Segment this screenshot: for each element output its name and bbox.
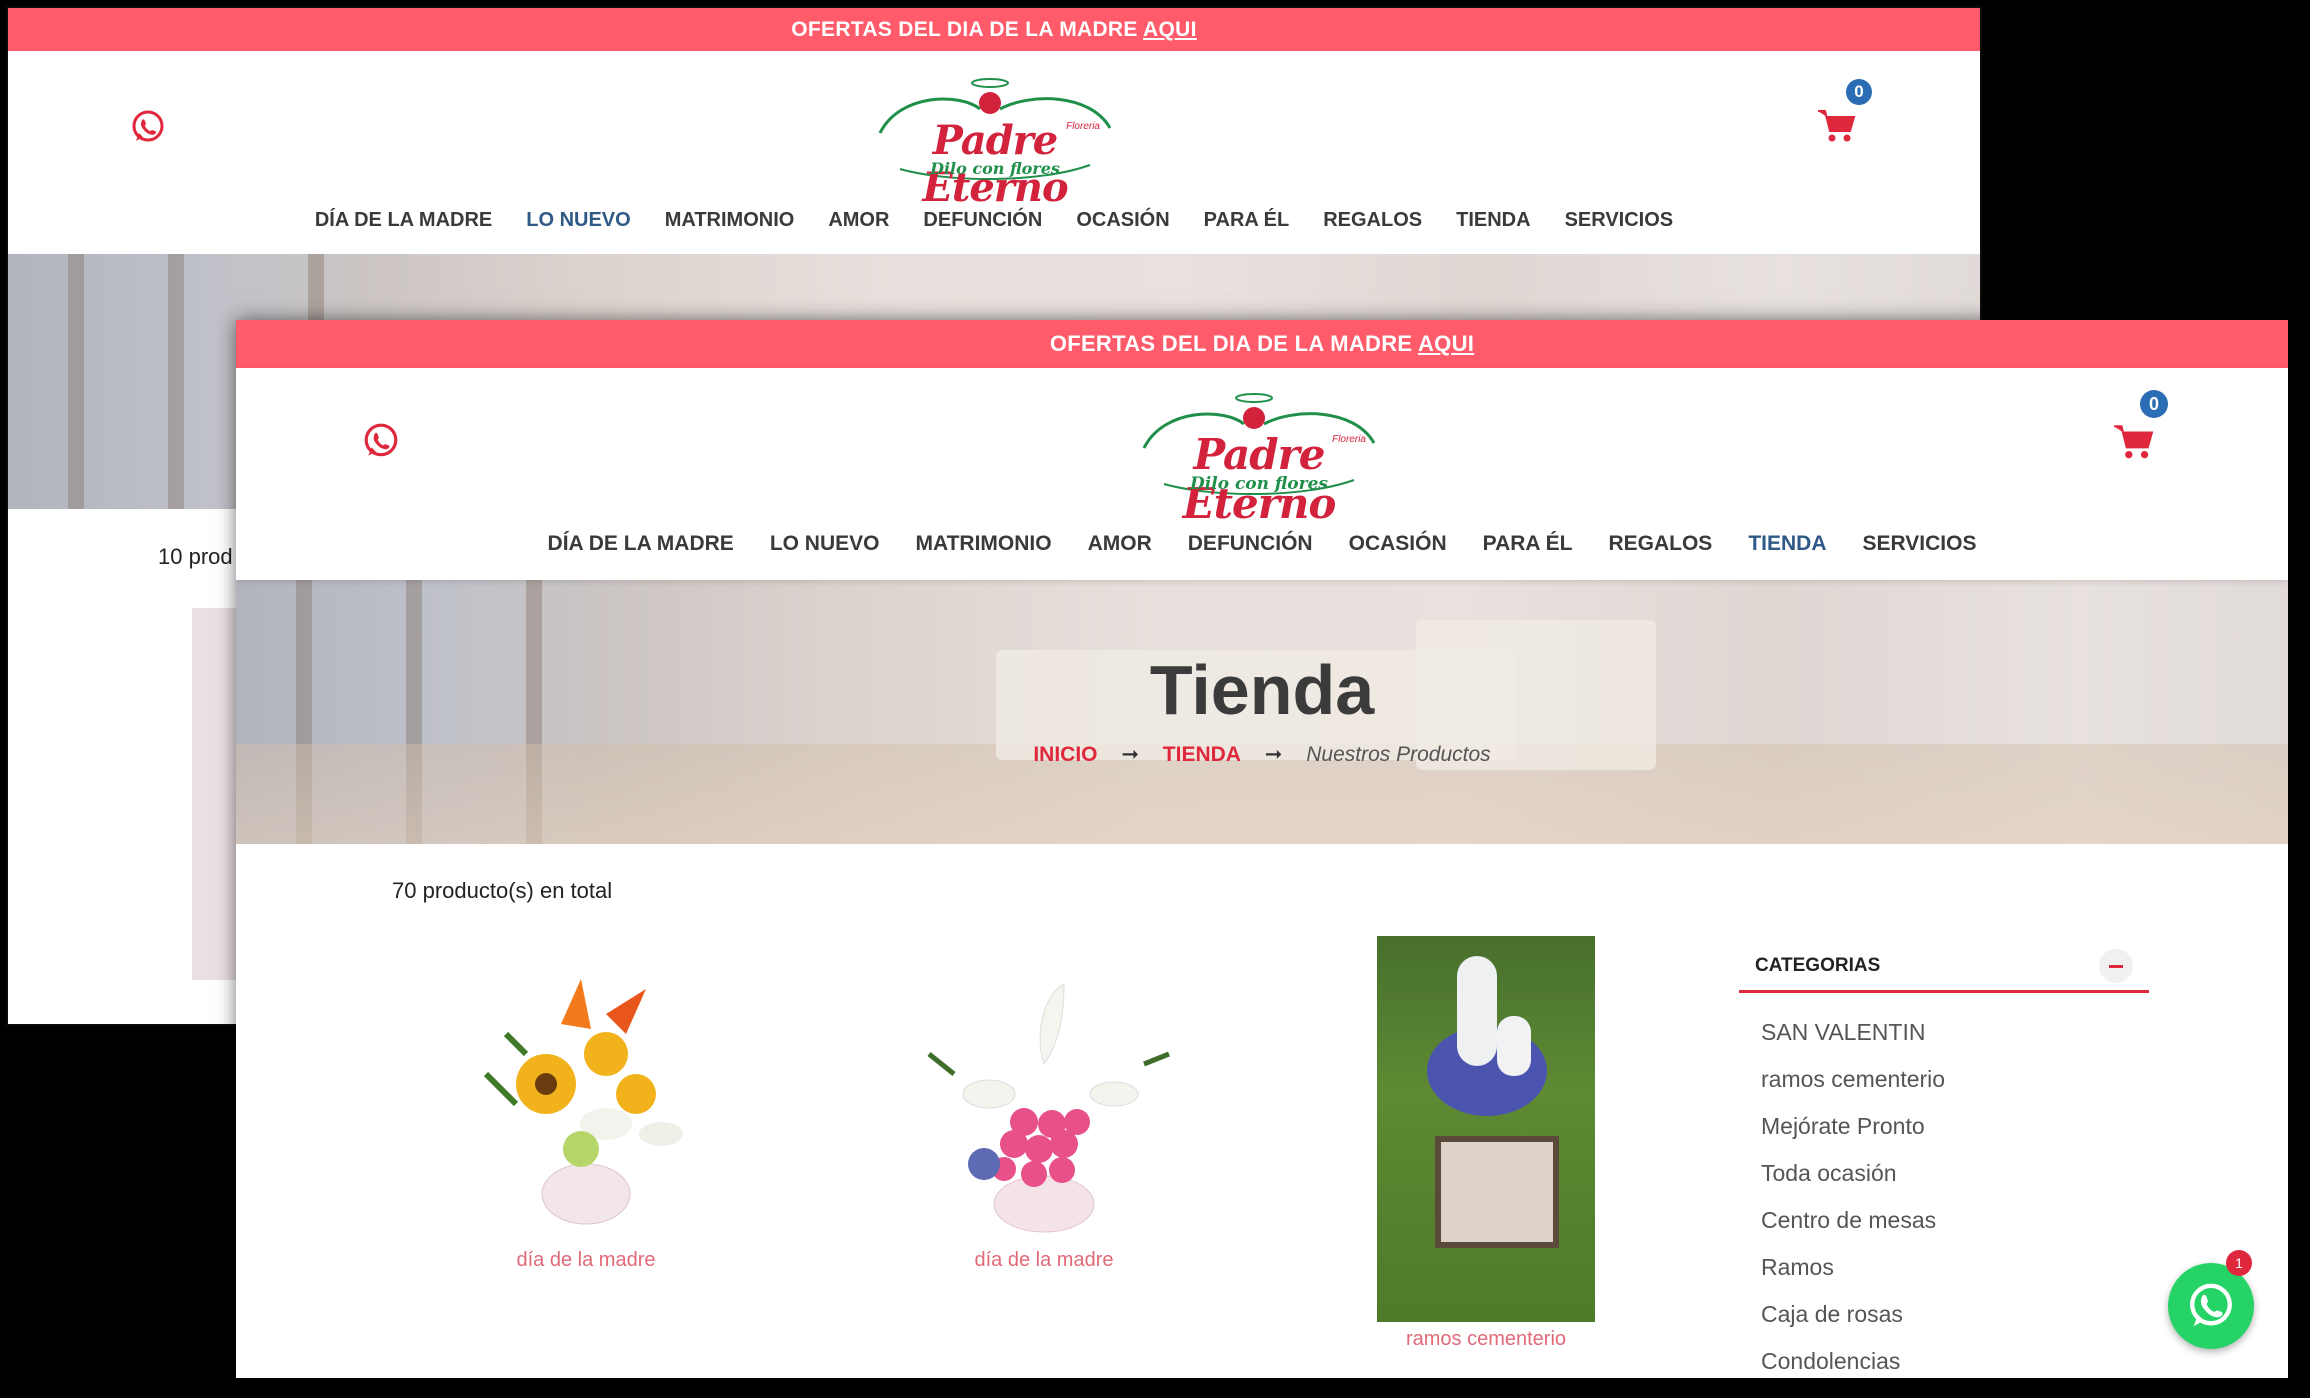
product-image[interactable] — [456, 944, 716, 1244]
product-count: 10 prod — [158, 544, 233, 569]
category-item[interactable]: Toda ocasión — [1761, 1150, 2149, 1197]
nav-servicios[interactable]: SERVICIOS — [1862, 532, 1976, 556]
cart-count-badge: 0 — [2140, 390, 2168, 418]
nav-regalos[interactable]: REGALOS — [1608, 532, 1712, 556]
categories-header[interactable]: CATEGORIAS — [1739, 942, 2149, 993]
category-item[interactable]: Centro de mesas — [1761, 1197, 2149, 1244]
site-logo[interactable]: Padre Eterno Floreria Dilo con flores — [870, 73, 1120, 211]
product-category[interactable]: día de la madre — [436, 1249, 736, 1272]
cart-icon[interactable] — [1816, 105, 1856, 150]
hero-banner: Tienda INICIO ➞ TIENDA ➞ Nuestros Produc… — [236, 580, 2288, 844]
logo-tagline: Dilo con flores — [930, 159, 1060, 178]
main-nav: DÍA DE LA MADRE LO NUEVO MATRIMONIO AMOR… — [236, 532, 2288, 556]
nav-tienda[interactable]: TIENDA — [1456, 209, 1530, 232]
logo-small-text: Floreria — [1332, 434, 1366, 445]
whatsapp-icon[interactable] — [362, 422, 400, 465]
nav-defuncion[interactable]: DEFUNCIÓN — [923, 209, 1042, 232]
product-category[interactable]: día de la madre — [894, 1249, 1194, 1272]
nav-amor[interactable]: AMOR — [1088, 532, 1152, 556]
product-card[interactable]: día de la madre — [894, 944, 1194, 1272]
breadcrumb-home[interactable]: INICIO — [1033, 743, 1097, 766]
site-header: Padre Eterno Floreria Dilo con flores 0 … — [236, 368, 2288, 580]
page-title: Tienda — [1149, 651, 1375, 729]
category-item[interactable]: Ramos — [1761, 1244, 2149, 1291]
breadcrumb-arrow-icon: ➞ — [1121, 743, 1139, 766]
category-item[interactable]: SAN VALENTIN — [1761, 1009, 2149, 1056]
promo-link[interactable]: AQUI — [1418, 331, 1474, 356]
nav-regalos[interactable]: REGALOS — [1323, 209, 1422, 232]
whatsapp-chat-button[interactable] — [2168, 1263, 2254, 1349]
nav-lo-nuevo[interactable]: LO NUEVO — [526, 209, 630, 232]
site-header: Padre Eterno Floreria Dilo con flores 0 … — [8, 51, 1980, 254]
category-item[interactable]: ramos cementerio — [1761, 1056, 2149, 1103]
product-card[interactable]: ramos cementerio — [1376, 936, 1596, 1351]
nav-dia-de-la-madre[interactable]: DÍA DE LA MADRE — [315, 209, 492, 232]
category-item[interactable]: Condolencias — [1761, 1338, 2149, 1378]
product-image[interactable] — [1377, 936, 1595, 1322]
breadcrumb-tienda[interactable]: TIENDA — [1163, 743, 1241, 766]
nav-para-el[interactable]: PARA ÉL — [1204, 209, 1290, 232]
cart-icon[interactable] — [2112, 420, 2154, 467]
promo-text: OFERTAS DEL DIA DE LA MADRE — [791, 18, 1144, 41]
product-category[interactable]: ramos cementerio — [1376, 1328, 1596, 1351]
nav-ocasion[interactable]: OCASIÓN — [1349, 532, 1447, 556]
front-window: OFERTAS DEL DIA DE LA MADRE AQUI Padre E… — [236, 320, 2288, 1378]
promo-bar: OFERTAS DEL DIA DE LA MADRE AQUI — [8, 8, 1980, 51]
nav-lo-nuevo[interactable]: LO NUEVO — [770, 532, 880, 556]
nav-servicios[interactable]: SERVICIOS — [1565, 209, 1674, 232]
promo-text: OFERTAS DEL DIA DE LA MADRE — [1049, 331, 1418, 356]
categories-list: SAN VALENTIN ramos cementerio Mejórate P… — [1739, 993, 2149, 1378]
collapse-minus-icon[interactable] — [2099, 949, 2133, 983]
nav-amor[interactable]: AMOR — [828, 209, 889, 232]
breadcrumb: INICIO ➞ TIENDA ➞ Nuestros Productos — [236, 742, 2288, 767]
product-count: 70 producto(s) en total — [392, 878, 613, 903]
logo-small-text: Floreria — [1066, 121, 1100, 132]
categories-sidebar: CATEGORIAS SAN VALENTIN ramos cementerio… — [1739, 942, 2149, 1378]
chat-notification-badge: 1 — [2226, 1250, 2252, 1276]
main-nav: DÍA DE LA MADRE LO NUEVO MATRIMONIO AMOR… — [8, 209, 1980, 232]
category-item[interactable]: Caja de rosas — [1761, 1291, 2149, 1338]
site-logo[interactable]: Padre Eterno Floreria Dilo con flores — [1134, 388, 1384, 528]
nav-matrimonio[interactable]: MATRIMONIO — [916, 532, 1052, 556]
nav-dia-de-la-madre[interactable]: DÍA DE LA MADRE — [548, 532, 734, 556]
breadcrumb-arrow-icon: ➞ — [1264, 743, 1283, 766]
whatsapp-icon[interactable] — [130, 109, 166, 150]
whatsapp-icon — [2190, 1283, 2232, 1327]
promo-bar: OFERTAS DEL DIA DE LA MADRE AQUI — [236, 320, 2288, 368]
nav-para-el[interactable]: PARA ÉL — [1483, 532, 1573, 556]
categories-title: CATEGORIAS — [1755, 955, 1881, 976]
category-item[interactable]: Mejórate Pronto — [1761, 1103, 2149, 1150]
nav-defuncion[interactable]: DEFUNCIÓN — [1188, 532, 1313, 556]
product-image[interactable] — [894, 944, 1194, 1244]
nav-matrimonio[interactable]: MATRIMONIO — [665, 209, 795, 232]
promo-link[interactable]: AQUI — [1143, 18, 1197, 41]
product-card[interactable]: día de la madre — [436, 944, 736, 1272]
logo-tagline: Dilo con flores — [1190, 474, 1328, 494]
nav-ocasion[interactable]: OCASIÓN — [1076, 209, 1169, 232]
nav-tienda[interactable]: TIENDA — [1748, 532, 1826, 556]
cart-count-badge: 0 — [1846, 79, 1872, 105]
breadcrumb-current: Nuestros Productos — [1306, 743, 1491, 766]
